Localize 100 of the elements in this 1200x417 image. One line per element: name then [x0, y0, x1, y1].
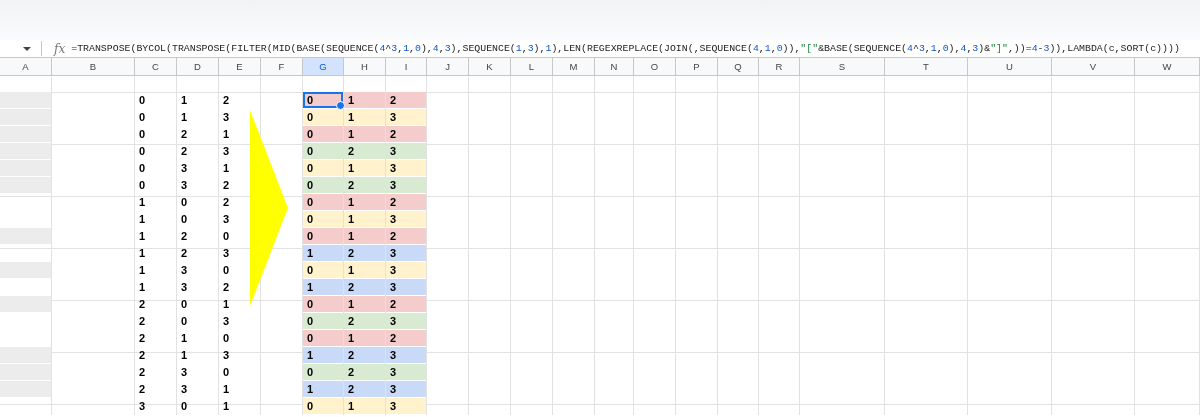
- table-cell: 3: [223, 247, 230, 260]
- table-cell[interactable]: 3: [386, 313, 426, 329]
- table-cell[interactable]: 2: [386, 194, 426, 210]
- table-cell[interactable]: 3: [386, 245, 426, 261]
- table-cell[interactable]: 0: [303, 364, 343, 380]
- table-cell: 1: [181, 349, 188, 362]
- table-cell: 1: [139, 230, 146, 243]
- column-header[interactable]: J: [427, 58, 469, 76]
- table-cell[interactable]: 1: [344, 126, 385, 142]
- table-cell[interactable]: 0: [303, 262, 343, 278]
- table-cell[interactable]: 1: [344, 228, 385, 244]
- column-header[interactable]: I: [386, 58, 427, 76]
- column-header[interactable]: B: [52, 58, 135, 76]
- column-header[interactable]: V: [1052, 58, 1135, 76]
- column-header[interactable]: L: [511, 58, 553, 76]
- table-cell: 0: [181, 298, 188, 311]
- column-header[interactable]: U: [968, 58, 1052, 76]
- table-cell[interactable]: 3: [386, 364, 426, 380]
- table-cell: 1: [139, 247, 146, 260]
- table-cell[interactable]: 2: [386, 126, 426, 142]
- table-cell[interactable]: 1: [344, 92, 385, 108]
- table-cell[interactable]: 3: [386, 143, 426, 159]
- table-cell[interactable]: 3: [386, 211, 426, 227]
- table-cell[interactable]: 2: [386, 92, 426, 108]
- table-cell[interactable]: 3: [386, 109, 426, 125]
- table-cell[interactable]: 1: [344, 296, 385, 312]
- table-cell: 3: [223, 111, 230, 124]
- table-cell[interactable]: 2: [386, 296, 426, 312]
- table-cell[interactable]: 2: [344, 177, 385, 193]
- table-cell: 0: [181, 315, 188, 328]
- column-header[interactable]: K: [469, 58, 511, 76]
- table-cell: 1: [223, 383, 230, 396]
- table-cell: 2: [139, 366, 146, 379]
- column-header[interactable]: R: [759, 58, 800, 76]
- column-header[interactable]: F: [261, 58, 303, 76]
- table-cell[interactable]: 0: [303, 126, 343, 142]
- table-cell[interactable]: 0: [303, 296, 343, 312]
- column-header[interactable]: W: [1135, 58, 1200, 76]
- table-cell[interactable]: 3: [386, 279, 426, 295]
- column-header[interactable]: N: [595, 58, 634, 76]
- table-cell[interactable]: 1: [303, 245, 343, 261]
- table-cell: 0: [139, 162, 146, 175]
- table-cell: 2: [139, 298, 146, 311]
- table-cell[interactable]: 1: [344, 211, 385, 227]
- table-cell[interactable]: 1: [303, 381, 343, 397]
- column-header[interactable]: S: [800, 58, 885, 76]
- table-cell[interactable]: 1: [344, 398, 385, 414]
- table-cell[interactable]: 1: [303, 347, 343, 363]
- table-cell[interactable]: 3: [386, 262, 426, 278]
- table-cell[interactable]: 0: [303, 194, 343, 210]
- column-header[interactable]: E: [219, 58, 261, 76]
- table-cell[interactable]: 0: [303, 313, 343, 329]
- table-cell[interactable]: 0: [303, 398, 343, 414]
- table-cell[interactable]: 3: [386, 160, 426, 176]
- table-cell: 1: [139, 264, 146, 277]
- column-header[interactable]: P: [676, 58, 718, 76]
- table-cell[interactable]: 2: [344, 245, 385, 261]
- table-cell[interactable]: 3: [386, 177, 426, 193]
- table-cell[interactable]: 2: [344, 279, 385, 295]
- caret-icon[interactable]: [23, 46, 31, 51]
- table-cell[interactable]: 0: [303, 92, 343, 108]
- column-header[interactable]: C: [135, 58, 177, 76]
- table-cell[interactable]: 0: [303, 211, 343, 227]
- table-cell[interactable]: 0: [303, 330, 343, 346]
- table-cell[interactable]: 0: [303, 160, 343, 176]
- fx-label: fx: [54, 41, 66, 56]
- table-cell[interactable]: 1: [303, 279, 343, 295]
- column-header[interactable]: G: [303, 58, 344, 76]
- column-header[interactable]: O: [634, 58, 676, 76]
- table-cell[interactable]: 3: [386, 347, 426, 363]
- table-cell[interactable]: 0: [303, 143, 343, 159]
- table-cell[interactable]: 2: [344, 381, 385, 397]
- table-cell[interactable]: 0: [303, 109, 343, 125]
- table-cell[interactable]: 1: [344, 109, 385, 125]
- table-cell[interactable]: 2: [344, 143, 385, 159]
- table-cell[interactable]: 1: [344, 330, 385, 346]
- table-cell[interactable]: 2: [344, 347, 385, 363]
- table-cell[interactable]: 1: [344, 160, 385, 176]
- table-cell[interactable]: 0: [303, 177, 343, 193]
- column-header[interactable]: M: [553, 58, 595, 76]
- column-header[interactable]: T: [885, 58, 968, 76]
- table-cell[interactable]: 1: [344, 262, 385, 278]
- table-cell[interactable]: 0: [303, 228, 343, 244]
- table-cell[interactable]: 2: [344, 364, 385, 380]
- table-cell[interactable]: 3: [386, 381, 426, 397]
- column-header[interactable]: D: [177, 58, 219, 76]
- table-cell[interactable]: 3: [386, 398, 426, 414]
- table-cell[interactable]: 2: [386, 330, 426, 346]
- column-header[interactable]: Q: [718, 58, 759, 76]
- table-cell: 0: [139, 111, 146, 124]
- table-cell[interactable]: 1: [344, 194, 385, 210]
- table-cell: 3: [181, 264, 188, 277]
- formula-input[interactable]: =TRANSPOSE(BYCOL(TRANSPOSE(FILTER(MID(BASE(SEQUENCE(4^3,1,0),4,3),SEQUENCE(1,3),1),LEN(REGEXREPLACE(JOIN(,SEQUENCE(4,1,0)),"["&BASE(SEQUENCE(4^3,1,0),4,3)&"]",))=4-3)),LAMBDA(c,SORT(c)))): [71, 43, 1180, 54]
- table-cell[interactable]: 2: [386, 228, 426, 244]
- table-cell: 2: [223, 281, 230, 294]
- table-cell[interactable]: 2: [344, 313, 385, 329]
- column-header[interactable]: H: [344, 58, 386, 76]
- table-cell: 2: [139, 383, 146, 396]
- table-cell: 0: [223, 366, 230, 379]
- column-header[interactable]: A: [0, 58, 52, 76]
